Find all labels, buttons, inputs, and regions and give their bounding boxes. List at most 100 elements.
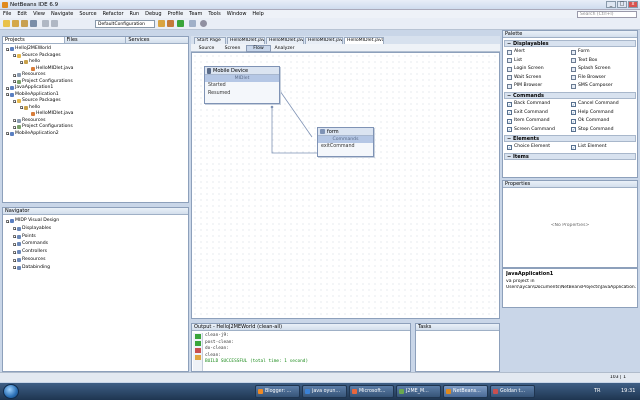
redo-icon[interactable] — [51, 20, 58, 27]
expand-toggle-icon[interactable]: + — [13, 235, 17, 239]
palette-item[interactable]: SMS Composer — [571, 82, 613, 90]
palette-item[interactable]: ✓ Item Command — [507, 117, 550, 125]
tree-node[interactable]: + MobileApplication1 — [6, 92, 59, 98]
close-button[interactable]: x — [628, 1, 638, 8]
view-tab-screen[interactable]: Screen — [220, 45, 245, 52]
save-all-icon[interactable] — [30, 20, 37, 27]
menu-navigate[interactable]: Navigate — [51, 10, 73, 18]
menu-tools[interactable]: Tools — [208, 10, 220, 18]
tray-clock[interactable]: 19:31 — [621, 388, 635, 394]
configuration-select[interactable]: DefaultConfiguration — [95, 20, 155, 28]
palette-item[interactable]: Form — [571, 48, 590, 56]
settings-icon[interactable] — [195, 355, 201, 360]
menu-help[interactable]: Help — [252, 10, 263, 18]
editor-tab[interactable]: HelloMIDlet.java — [227, 37, 265, 44]
editor-tab[interactable]: HelloMIDlet.java — [266, 37, 304, 44]
palette-item[interactable]: Alert — [507, 48, 525, 56]
expand-toggle-icon[interactable]: + — [13, 227, 17, 231]
menu-edit[interactable]: Edit — [17, 10, 27, 18]
tree-node[interactable]: + HelloJ2MEWorld — [6, 46, 51, 52]
palette-category[interactable]: Items — [504, 153, 636, 160]
tree-node[interactable]: + Project Configurations — [13, 124, 73, 130]
tree-node[interactable]: + MobileApplication2 — [6, 131, 59, 137]
expand-toggle-icon[interactable]: + — [6, 93, 10, 97]
taskbar-item[interactable]: J2ME_M... — [396, 385, 441, 398]
view-tab-flow[interactable]: Flow — [246, 45, 271, 52]
palette-category[interactable]: Elements — [504, 135, 636, 143]
tree-node[interactable]: HelloMIDlet.java — [27, 111, 74, 117]
flow-canvas[interactable]: Mobile Device MIDlet Started Resumed for… — [191, 52, 500, 319]
editor-tab[interactable]: HelloMIDlet.java — [344, 37, 384, 44]
tree-node[interactable]: + JavaApplication1 — [6, 85, 53, 91]
tab-projects[interactable]: Projects — [3, 37, 65, 43]
tree-node[interactable]: + hello — [20, 105, 40, 111]
expand-toggle-icon[interactable]: + — [13, 99, 17, 103]
maximize-button[interactable]: □ — [617, 1, 627, 8]
tab-services[interactable]: Services — [126, 37, 188, 43]
undo-icon[interactable] — [42, 20, 49, 27]
menu-profile[interactable]: Profile — [168, 10, 184, 18]
editor-tab[interactable]: HelloMIDlet.java — [305, 37, 343, 44]
menu-source[interactable]: Source — [79, 10, 96, 18]
expand-toggle-icon[interactable]: + — [13, 250, 17, 254]
palette-item[interactable]: PIM Browser — [507, 82, 542, 90]
navigator-node[interactable]: + Resources — [13, 257, 45, 263]
palette-item[interactable]: ✓ List Element — [571, 143, 607, 151]
rerun-icon[interactable] — [195, 334, 201, 339]
expand-toggle-icon[interactable]: + — [20, 60, 24, 64]
new-project-icon[interactable] — [12, 20, 19, 27]
expand-toggle-icon[interactable]: + — [13, 54, 17, 58]
palette-item[interactable]: ✓ Help Command — [571, 109, 614, 117]
tree-node[interactable]: + Project Configurations — [13, 79, 73, 85]
navigator-node[interactable]: + Points — [13, 234, 36, 240]
rerun-params-icon[interactable] — [195, 341, 201, 346]
menu-debug[interactable]: Debug — [145, 10, 161, 18]
expand-toggle-icon[interactable]: + — [13, 258, 17, 262]
expand-toggle-icon[interactable]: + — [13, 80, 17, 84]
minimize-button[interactable]: _ — [606, 1, 616, 8]
taskbar-item[interactable]: Goldan t... — [490, 385, 535, 398]
navigator-node[interactable]: + Databinding — [13, 265, 50, 271]
menu-view[interactable]: View — [33, 10, 45, 18]
taskbar-item[interactable]: NetBeans... — [443, 385, 488, 398]
palette-item[interactable]: Wait Screen — [507, 74, 541, 82]
palette-item[interactable]: ✓ Back Command — [507, 100, 550, 108]
tree-node[interactable]: + Resources — [13, 72, 45, 78]
tree-node[interactable]: + Source Packages — [13, 53, 61, 59]
exit-command-pin[interactable]: exitCommand — [318, 143, 373, 151]
mobile-device-node[interactable]: Mobile Device MIDlet Started Resumed — [204, 66, 280, 104]
editor-tab[interactable]: Start Page — [194, 37, 226, 44]
start-button[interactable] — [3, 384, 19, 399]
palette-item[interactable]: Login Screen — [507, 65, 544, 73]
debug-icon[interactable] — [189, 20, 196, 27]
menu-team[interactable]: Team — [189, 10, 202, 18]
stop-icon[interactable] — [195, 348, 201, 353]
view-tab-source[interactable]: Source — [194, 45, 219, 52]
expand-toggle-icon[interactable]: + — [6, 219, 10, 223]
tree-node[interactable]: + Source Packages — [13, 98, 61, 104]
palette-item[interactable]: Splash Screen — [571, 65, 610, 73]
clean-build-icon[interactable] — [167, 20, 174, 27]
search-input[interactable]: Search (Ctrl+I) — [577, 10, 637, 18]
taskbar-item[interactable]: java oyun... — [302, 385, 347, 398]
palette-category[interactable]: Commands — [504, 92, 636, 99]
palette-item[interactable]: File Browser — [571, 74, 606, 82]
expand-toggle-icon[interactable]: + — [20, 106, 24, 110]
taskbar-item[interactable]: Blogger: ... — [255, 385, 300, 398]
build-icon[interactable] — [158, 20, 165, 27]
run-icon[interactable] — [177, 20, 184, 27]
expand-toggle-icon[interactable]: + — [13, 125, 17, 129]
tree-node[interactable]: + hello — [20, 59, 40, 65]
palette-item[interactable]: List — [507, 57, 522, 65]
tab-files[interactable]: Files — [65, 37, 127, 43]
palette-category[interactable]: Displayables — [504, 40, 636, 47]
started-pin[interactable]: Started — [205, 82, 279, 90]
palette-item[interactable]: ✓ Choice Element — [507, 143, 550, 151]
palette-item[interactable]: ✓ Ok Command — [571, 117, 609, 125]
navigator-node[interactable]: + MIDP Visual Design — [6, 218, 59, 224]
view-tab-analyzer[interactable]: Analyzer — [272, 45, 297, 52]
profile-icon[interactable] — [200, 20, 207, 27]
expand-toggle-icon[interactable]: + — [6, 86, 10, 90]
navigator-node[interactable]: + Commands — [13, 241, 48, 247]
menu-window[interactable]: Window — [227, 10, 247, 18]
